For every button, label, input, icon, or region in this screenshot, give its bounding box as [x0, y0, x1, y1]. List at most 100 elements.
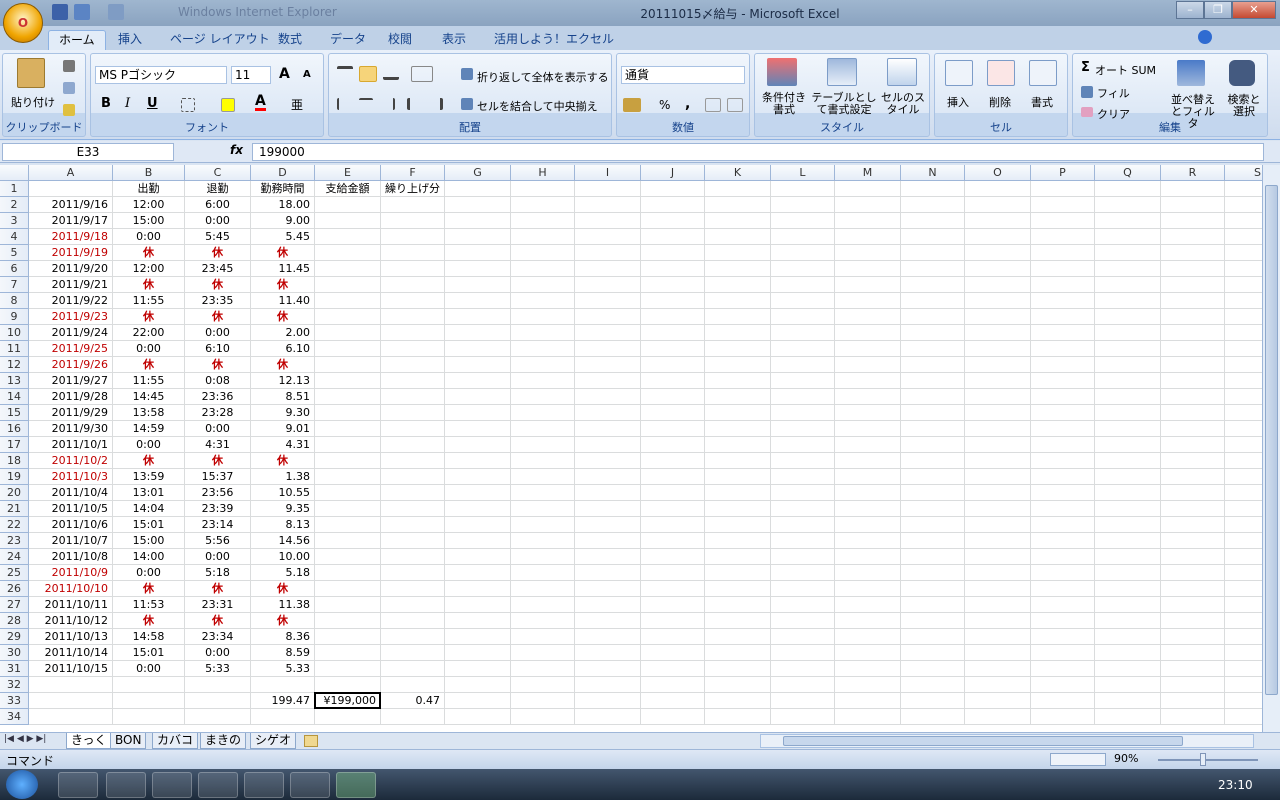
- grid-cell[interactable]: [29, 181, 113, 197]
- grid-cell[interactable]: [575, 341, 641, 357]
- grid-cell[interactable]: [381, 261, 445, 277]
- grid-cell[interactable]: [901, 453, 965, 469]
- grid-cell[interactable]: [901, 341, 965, 357]
- grid-cell[interactable]: [705, 709, 771, 725]
- grid-cell[interactable]: [575, 517, 641, 533]
- grid-cell[interactable]: [901, 469, 965, 485]
- row-header[interactable]: 7: [0, 277, 29, 293]
- grid-cell[interactable]: ¥199,000: [315, 693, 381, 709]
- row-header[interactable]: 22: [0, 517, 29, 533]
- grid-cell[interactable]: [445, 309, 511, 325]
- grid-cell[interactable]: [901, 613, 965, 629]
- row-header[interactable]: 10: [0, 325, 29, 341]
- grid-cell[interactable]: [1161, 613, 1225, 629]
- grid-cell[interactable]: [1095, 565, 1161, 581]
- grid-cell[interactable]: [511, 613, 575, 629]
- grid-cell[interactable]: [835, 373, 901, 389]
- grid-cell[interactable]: [1225, 293, 1262, 309]
- grid-cell[interactable]: 0:00: [185, 325, 251, 341]
- grid-cell[interactable]: [1095, 677, 1161, 693]
- grid-cell[interactable]: [1031, 213, 1095, 229]
- grid-cell[interactable]: 8.36: [251, 629, 315, 645]
- grid-cell[interactable]: [511, 277, 575, 293]
- grid-cell[interactable]: [901, 597, 965, 613]
- grid-cell[interactable]: [381, 405, 445, 421]
- grid-cell[interactable]: [445, 261, 511, 277]
- grid-cell[interactable]: [1225, 229, 1262, 245]
- grid-cell[interactable]: [381, 549, 445, 565]
- grid-cell[interactable]: 休: [185, 309, 251, 325]
- column-header[interactable]: N: [901, 165, 965, 181]
- grid-cell[interactable]: 2011/10/8: [29, 549, 113, 565]
- grid-cell[interactable]: [1225, 613, 1262, 629]
- grid-cell[interactable]: [901, 437, 965, 453]
- grid-cell[interactable]: [1031, 709, 1095, 725]
- grid-cell[interactable]: 0:00: [185, 421, 251, 437]
- grid-cell[interactable]: [511, 325, 575, 341]
- grid-cell[interactable]: [381, 709, 445, 725]
- grid-cell[interactable]: 2011/10/7: [29, 533, 113, 549]
- row-header[interactable]: 6: [0, 261, 29, 277]
- grid-cell[interactable]: [1225, 645, 1262, 661]
- grid-cell[interactable]: [575, 565, 641, 581]
- fill-button[interactable]: フィル: [1097, 85, 1130, 101]
- grid-cell[interactable]: [901, 677, 965, 693]
- grid-cell[interactable]: [511, 373, 575, 389]
- grid-cell[interactable]: [1161, 277, 1225, 293]
- grid-cell[interactable]: [641, 261, 705, 277]
- grid-cell[interactable]: [511, 405, 575, 421]
- grid-cell[interactable]: [575, 293, 641, 309]
- start-button[interactable]: [6, 770, 38, 799]
- grid-cell[interactable]: 0:00: [185, 645, 251, 661]
- grid-cell[interactable]: [445, 613, 511, 629]
- taskbar-app3-icon[interactable]: [152, 772, 192, 798]
- grid-cell[interactable]: [511, 485, 575, 501]
- row-header[interactable]: 33: [0, 693, 29, 709]
- grid-cell[interactable]: [965, 581, 1031, 597]
- grid-cell[interactable]: [965, 245, 1031, 261]
- grid-cell[interactable]: [965, 709, 1031, 725]
- grid-cell[interactable]: [575, 485, 641, 501]
- grid-cell[interactable]: [901, 261, 965, 277]
- grid-cell[interactable]: [965, 213, 1031, 229]
- grid-cell[interactable]: [835, 661, 901, 677]
- grid-cell[interactable]: [1161, 181, 1225, 197]
- copy-icon[interactable]: [63, 82, 75, 94]
- grid-cell[interactable]: [771, 373, 835, 389]
- grid-cell[interactable]: [1031, 245, 1095, 261]
- grid-cell[interactable]: [835, 437, 901, 453]
- grid-cell[interactable]: [1031, 357, 1095, 373]
- close-button[interactable]: ✕: [1232, 1, 1276, 19]
- grid-cell[interactable]: 休: [185, 277, 251, 293]
- row-header[interactable]: 18: [0, 453, 29, 469]
- grid-cell[interactable]: 2.00: [251, 325, 315, 341]
- grid-cell[interactable]: [381, 245, 445, 261]
- grid-cell[interactable]: [641, 213, 705, 229]
- grid-cell[interactable]: 0:00: [185, 213, 251, 229]
- grid-cell[interactable]: [965, 405, 1031, 421]
- grid-cell[interactable]: [1095, 325, 1161, 341]
- grid-cell[interactable]: 12.13: [251, 373, 315, 389]
- grid-cell[interactable]: [705, 437, 771, 453]
- paste-button[interactable]: 貼り付け: [11, 94, 55, 110]
- grid-cell[interactable]: [445, 677, 511, 693]
- grid-cell[interactable]: [381, 421, 445, 437]
- grid-cell[interactable]: 9.01: [251, 421, 315, 437]
- grid-cell[interactable]: [315, 277, 381, 293]
- grid-cell[interactable]: [705, 517, 771, 533]
- grid-cell[interactable]: [445, 293, 511, 309]
- grid-cell[interactable]: [1095, 229, 1161, 245]
- grid-cell[interactable]: [641, 293, 705, 309]
- grid-cell[interactable]: [1031, 437, 1095, 453]
- grid-cell[interactable]: 9.30: [251, 405, 315, 421]
- grid-cell[interactable]: [445, 405, 511, 421]
- grid-cell[interactable]: [835, 261, 901, 277]
- grid-cell[interactable]: 2011/10/13: [29, 629, 113, 645]
- grid-cell[interactable]: 勤務時間: [251, 181, 315, 197]
- grid-cell[interactable]: [445, 517, 511, 533]
- grid-cell[interactable]: 5:56: [185, 533, 251, 549]
- grid-cell[interactable]: [641, 453, 705, 469]
- grid-cell[interactable]: [901, 485, 965, 501]
- column-header[interactable]: K: [705, 165, 771, 181]
- grid-cell[interactable]: [835, 693, 901, 709]
